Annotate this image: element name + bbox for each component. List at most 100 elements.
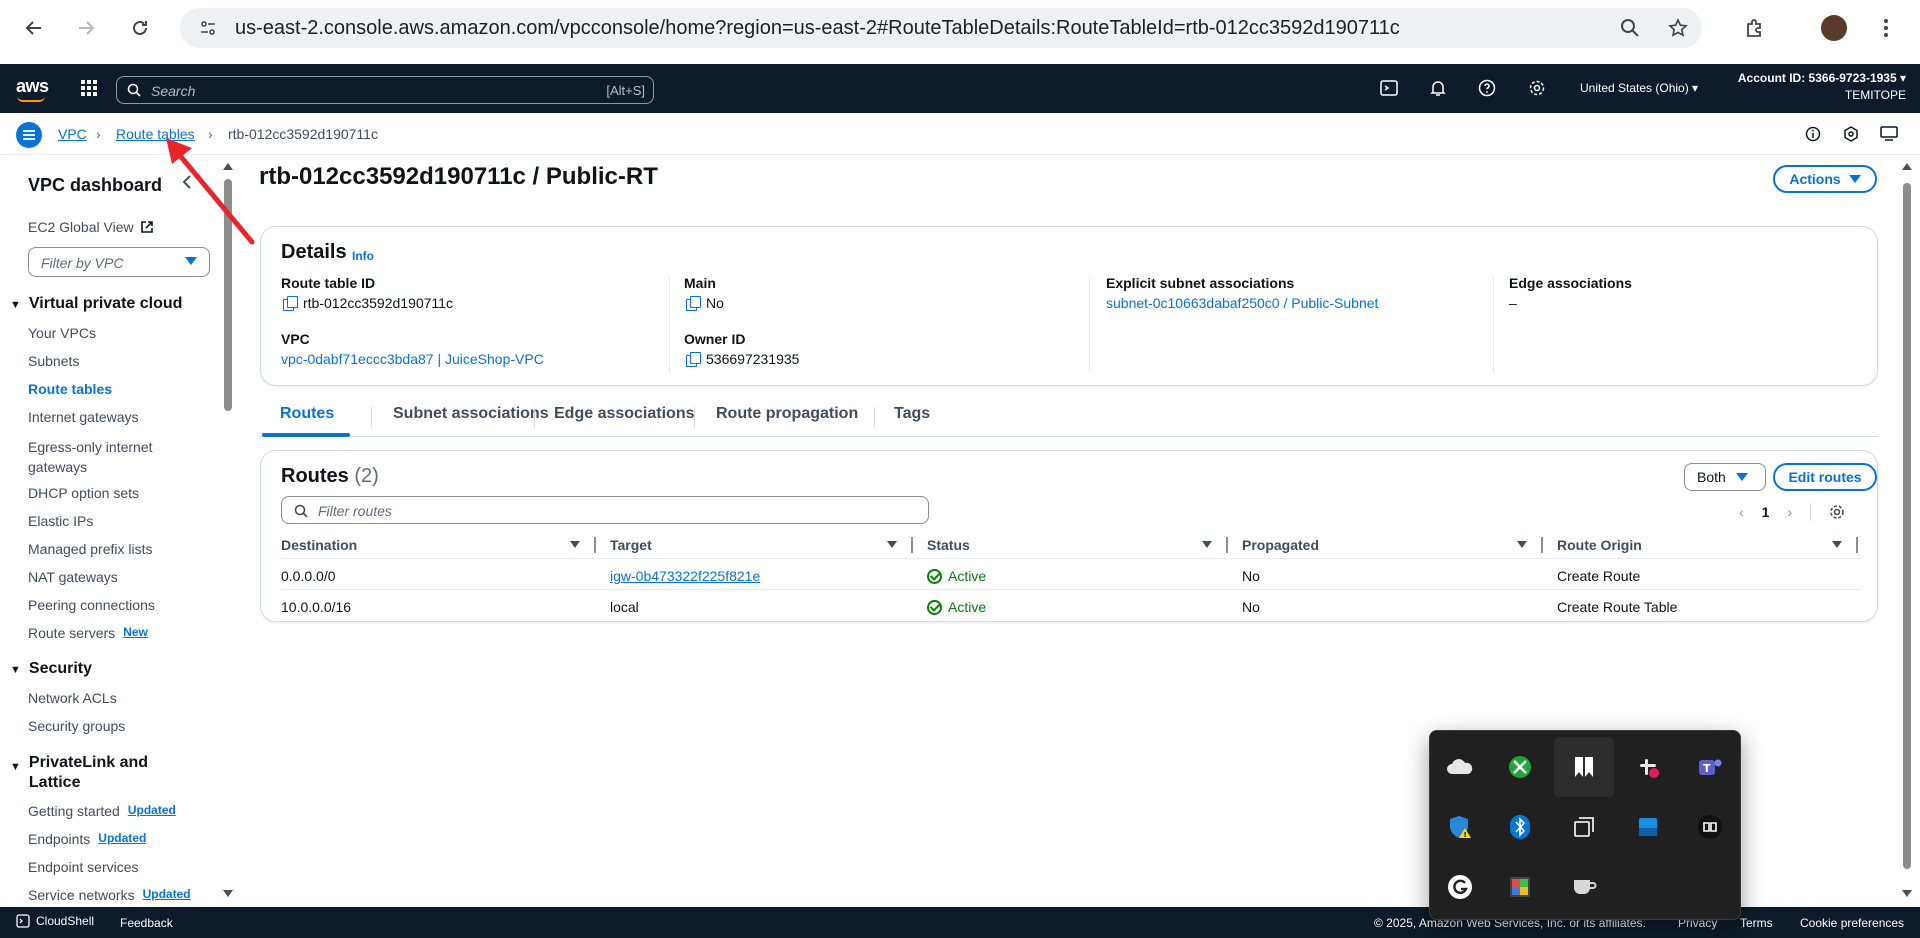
sidebar-item-egress-only-gateways[interactable]: Egress-only internet gateways (28, 437, 188, 477)
site-info-icon[interactable] (196, 16, 220, 40)
cloudshell-footer-button[interactable]: CloudShell (16, 914, 94, 928)
column-resizer[interactable] (1541, 537, 1543, 553)
aws-logo[interactable]: aws (16, 76, 49, 97)
sidebar-item-service-networks[interactable]: Service networks Updated (28, 887, 191, 903)
sidebar-item-security-groups[interactable]: Security groups (28, 718, 125, 734)
sidebar-item-dhcp-option-sets[interactable]: DHCP option sets (28, 485, 139, 501)
feedback-hex-icon[interactable] (1841, 124, 1861, 144)
extensions-icon[interactable] (1734, 8, 1774, 48)
profile-avatar[interactable] (1814, 8, 1854, 48)
both-filter-select[interactable]: Both (1684, 463, 1766, 491)
reload-icon[interactable] (120, 8, 160, 48)
section-security[interactable]: ▼ Security (10, 660, 92, 678)
sidebar-item-your-vpcs[interactable]: Your VPCs (28, 325, 96, 341)
edit-routes-button[interactable]: Edit routes (1773, 463, 1877, 491)
help-icon[interactable] (1477, 78, 1497, 98)
notifications-bell-icon[interactable] (1428, 78, 1448, 98)
sort-caret-icon[interactable] (570, 541, 580, 548)
sidebar-item-route-tables[interactable]: Route tables (28, 381, 112, 397)
browser-menu-icon[interactable] (1866, 8, 1906, 48)
address-bar[interactable]: us-east-2.console.aws.amazon.com/vpccons… (180, 8, 1702, 48)
section-privatelink[interactable]: ▼ PrivateLink and Lattice (10, 753, 170, 793)
bookmark-star-icon[interactable] (1666, 16, 1690, 40)
column-header-target[interactable]: Target (610, 537, 652, 553)
column-resizer[interactable] (1226, 537, 1228, 553)
grammarly-icon[interactable] (1430, 857, 1490, 917)
sidebar-item-getting-started[interactable]: Getting started Updated (28, 803, 176, 819)
sort-caret-icon[interactable] (1202, 541, 1212, 548)
sidebar-scrollbar[interactable] (222, 161, 234, 901)
scroll-up-icon[interactable] (1901, 161, 1913, 171)
account-menu[interactable]: Account ID: 5366-9723-1935 ▾ TEMITOPE (1738, 70, 1906, 104)
blue-app-icon[interactable] (1618, 797, 1678, 857)
feedback-link[interactable]: Feedback (120, 916, 173, 930)
sidebar-item-nat-gateways[interactable]: NAT gateways (28, 569, 118, 585)
vpc-link[interactable]: vpc-0dabf71eccc3bda87 | JuiceShop-VPC (281, 351, 544, 367)
snip-icon[interactable] (1554, 737, 1614, 797)
search-input[interactable]: Search [Alt+S] (116, 76, 654, 104)
info-link[interactable]: Info (352, 249, 374, 263)
sort-caret-icon[interactable] (1832, 541, 1842, 548)
cookie-preferences-link[interactable]: Cookie preferences (1800, 916, 1904, 930)
defender-warning-icon[interactable]: ! (1430, 797, 1490, 857)
capcut-icon[interactable] (1680, 797, 1740, 857)
sort-caret-icon[interactable] (887, 541, 897, 548)
settings-gear-icon[interactable] (1527, 78, 1547, 98)
main-scroll-thumb[interactable] (1903, 183, 1911, 869)
back-icon[interactable] (14, 8, 54, 48)
section-virtual-private-cloud[interactable]: ▼ Virtual private cloud (10, 295, 182, 313)
sidebar-item-peering-connections[interactable]: Peering connections (28, 597, 155, 613)
column-resizer[interactable] (594, 537, 596, 553)
forward-icon[interactable] (66, 8, 106, 48)
xbox-icon[interactable] (1490, 737, 1550, 797)
scroll-down-icon[interactable] (222, 889, 234, 899)
filter-by-vpc-select[interactable]: Filter by VPC (28, 247, 210, 277)
side-nav-toggle[interactable] (16, 122, 42, 148)
sort-caret-icon[interactable] (1517, 541, 1527, 548)
cloudshell-icon[interactable] (1379, 78, 1399, 98)
filter-routes-input[interactable]: Filter routes (281, 496, 929, 524)
coffee-cup-icon[interactable] (1554, 857, 1614, 917)
copy-icon[interactable] (283, 296, 298, 311)
column-resizer[interactable] (911, 537, 913, 553)
region-selector[interactable]: United States (Ohio) ▾ (1580, 81, 1698, 95)
sidebar-item-endpoints[interactable]: Endpoints Updated (28, 831, 146, 847)
column-header-route-origin[interactable]: Route Origin (1557, 537, 1642, 553)
tab-subnet-associations[interactable]: Subnet associations (393, 405, 549, 423)
column-header-propagated[interactable]: Propagated (1242, 537, 1319, 553)
tab-edge-associations[interactable]: Edge associations (554, 405, 695, 423)
services-grid-icon[interactable] (81, 80, 97, 96)
clipboard-copy-icon[interactable] (1554, 797, 1614, 857)
teams-icon[interactable]: T (1680, 737, 1740, 797)
prev-page-icon[interactable]: ‹ (1739, 504, 1744, 520)
cell-target-link[interactable]: igw-0b473322f225f821e (610, 568, 760, 584)
column-resizer[interactable] (1856, 537, 1858, 553)
copy-icon[interactable] (686, 296, 701, 311)
table-settings-gear-icon[interactable] (1829, 504, 1845, 520)
subnet-assoc-link[interactable]: subnet-0c10663dabaf250c0 / Public-Subnet (1106, 295, 1378, 311)
actions-button[interactable]: Actions (1773, 165, 1877, 193)
sidebar-item-managed-prefix-lists[interactable]: Managed prefix lists (28, 541, 153, 557)
sidebar-item-network-acls[interactable]: Network ACLs (28, 690, 117, 706)
tab-routes[interactable]: Routes (280, 405, 334, 423)
current-page[interactable]: 1 (1762, 504, 1770, 520)
tab-route-propagation[interactable]: Route propagation (716, 405, 858, 423)
column-header-status[interactable]: Status (927, 537, 970, 553)
color-picker-icon[interactable] (1490, 857, 1550, 917)
column-header-destination[interactable]: Destination (281, 537, 357, 553)
sidebar-item-endpoint-services[interactable]: Endpoint services (28, 859, 139, 875)
sidebar-item-route-servers[interactable]: Route servers New (28, 625, 148, 641)
onedrive-icon[interactable] (1430, 737, 1490, 797)
sidebar-item-elastic-ips[interactable]: Elastic IPs (28, 513, 93, 529)
sidebar-item-subnets[interactable]: Subnets (28, 353, 79, 369)
bluetooth-icon[interactable] (1490, 797, 1550, 857)
slack-icon[interactable] (1618, 737, 1678, 797)
zoom-icon[interactable] (1618, 16, 1642, 40)
display-settings-icon[interactable] (1879, 124, 1899, 144)
sidebar-item-ec2-global-view[interactable]: EC2 Global View (28, 219, 154, 235)
sidebar-item-internet-gateways[interactable]: Internet gateways (28, 409, 139, 425)
breadcrumb-vpc[interactable]: VPC (58, 126, 87, 142)
info-icon[interactable] (1803, 124, 1823, 144)
scroll-down-icon[interactable] (1901, 889, 1913, 899)
terms-link[interactable]: Terms (1740, 916, 1773, 930)
